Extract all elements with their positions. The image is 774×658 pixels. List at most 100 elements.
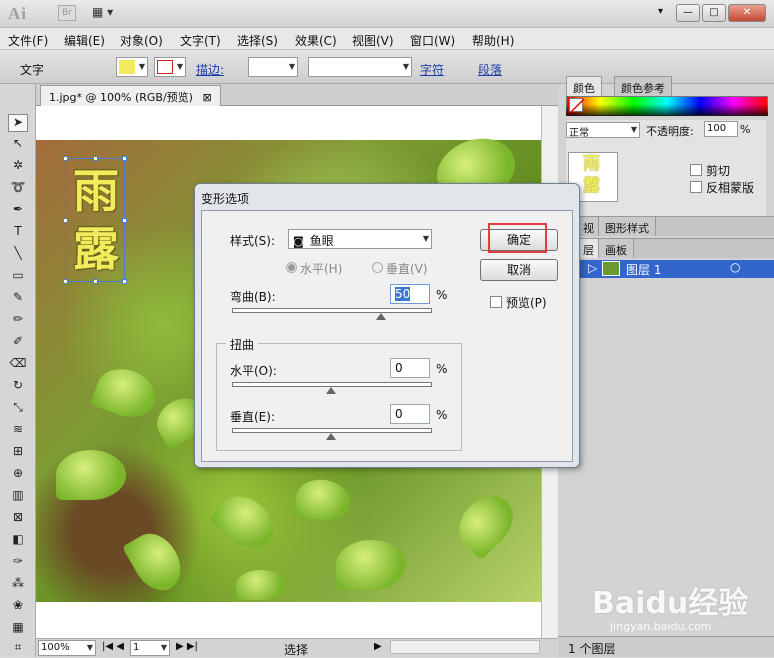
pencil-tool-icon[interactable]: ✏ xyxy=(8,312,28,330)
free-transform-tool-icon[interactable]: ⊞ xyxy=(8,444,28,462)
vertical-distort-thumb[interactable] xyxy=(326,433,336,440)
arrange-documents-button[interactable]: ▦ ▾ xyxy=(92,5,122,21)
column-graph-tool-icon[interactable]: ▦ xyxy=(8,620,28,638)
maximize-button[interactable]: □ xyxy=(702,4,726,22)
graph-tool-icon[interactable]: ▥ xyxy=(8,488,28,506)
layer-target-icon[interactable]: ○ xyxy=(730,260,740,274)
bend-label: 弯曲(B): xyxy=(230,290,276,304)
blob-brush-tool-icon[interactable]: ✐ xyxy=(8,334,28,352)
rectangle-tool-icon[interactable]: ▭ xyxy=(8,268,28,286)
document-tab[interactable]: 1.jpg* @ 100% (RGB/预览) ⊠ xyxy=(40,85,221,106)
app-logo: Ai xyxy=(8,4,27,23)
artboards-panel-tab[interactable]: 画板 xyxy=(598,238,634,258)
text-object-selection[interactable]: 雨 露 xyxy=(63,156,127,284)
opacity-label: 不透明度: xyxy=(646,125,694,138)
blend-mode-dropdown[interactable]: 正常 ▼ xyxy=(566,122,640,139)
horizontal-scrollbar[interactable] xyxy=(390,640,540,654)
layer-count: 1 个图层 xyxy=(568,642,616,656)
warp-tool-icon[interactable]: ≋ xyxy=(8,422,28,440)
menu-select[interactable]: 选择(S) xyxy=(237,32,278,49)
horizontal-radio[interactable] xyxy=(286,262,297,273)
text-char-1: 雨 xyxy=(73,164,119,218)
color-guide-panel-tab[interactable]: 颜色参考 xyxy=(614,76,672,96)
graphic-styles-panel-tab[interactable]: 图形样式 xyxy=(598,216,656,236)
vertical-radio[interactable] xyxy=(372,262,383,273)
stroke-link[interactable]: 描边: xyxy=(196,61,224,78)
document-tab-bar: 1.jpg* @ 100% (RGB/预览) ⊠ xyxy=(36,84,558,106)
document-tab-title: 1.jpg* @ 100% (RGB/预览) xyxy=(49,91,193,104)
fill-color-swatch[interactable]: ▼ xyxy=(116,57,148,77)
bend-slider-thumb[interactable] xyxy=(376,313,386,320)
artboard-tool-icon[interactable]: ⌗ xyxy=(8,640,28,658)
selection-tool-icon[interactable]: ➤ xyxy=(8,114,28,132)
layer-row[interactable]: ▷ 图层 1 ○ xyxy=(580,260,774,278)
clip-label: 剪切 xyxy=(706,164,731,178)
eraser-tool-icon[interactable]: ⌫ xyxy=(8,356,28,374)
invert-mask-checkbox[interactable] xyxy=(690,181,702,193)
vertical-distort-unit: % xyxy=(436,408,448,422)
shape-builder-tool-icon[interactable]: ⊕ xyxy=(8,466,28,484)
preview-checkbox[interactable] xyxy=(490,296,502,308)
horizontal-radio-label: 水平(H) xyxy=(300,262,343,276)
magic-wand-tool-icon[interactable]: ✲ xyxy=(8,158,28,176)
expand-layer-icon[interactable]: ▷ xyxy=(588,261,597,275)
workspace-dropdown-icon[interactable]: ▾ xyxy=(658,6,663,17)
horizontal-distort-label: 水平(O): xyxy=(230,364,277,378)
character-link[interactable]: 字符 xyxy=(420,61,444,78)
zoom-dropdown[interactable]: 100% ▼ xyxy=(38,640,96,656)
pen-tool-icon[interactable]: ✒ xyxy=(8,202,28,220)
horizontal-distort-input[interactable]: 0 xyxy=(390,358,430,378)
menu-window[interactable]: 窗口(W) xyxy=(410,32,455,49)
rotate-tool-icon[interactable]: ↻ xyxy=(8,378,28,396)
opacity-unit: % xyxy=(740,123,751,136)
warp-style-dropdown[interactable]: ◙ 鱼眼 ▼ xyxy=(288,229,432,249)
stroke-color-swatch[interactable]: ▼ xyxy=(154,57,186,77)
baidu-watermark: Baidu经验 xyxy=(592,586,749,621)
invert-mask-label: 反相蒙版 xyxy=(706,181,755,195)
status-menu-arrow-icon[interactable]: ▶ xyxy=(374,641,382,652)
symbol-sprayer-tool-icon[interactable]: ❀ xyxy=(8,598,28,616)
paintbrush-tool-icon[interactable]: ✎ xyxy=(8,290,28,308)
distortion-title: 扭曲 xyxy=(226,336,259,353)
cancel-button[interactable]: 取消 xyxy=(480,259,558,281)
line-tool-icon[interactable]: ╲ xyxy=(8,246,28,264)
direct-selection-tool-icon[interactable]: ↖ xyxy=(8,136,28,154)
menu-type[interactable]: 文字(T) xyxy=(180,32,221,49)
menu-file[interactable]: 文件(F) xyxy=(8,32,48,49)
first-page-icon[interactable]: |◀ ◀ xyxy=(102,641,124,652)
page-dropdown[interactable]: 1 ▼ xyxy=(130,640,170,656)
close-button[interactable]: ✕ xyxy=(728,4,766,22)
stroke-weight-dropdown[interactable]: ▼ xyxy=(248,57,298,77)
paragraph-link[interactable]: 段落 xyxy=(478,61,502,78)
opacity-input[interactable]: 100 xyxy=(704,121,738,137)
close-document-icon[interactable]: ⊠ xyxy=(202,91,211,104)
blend-tool-icon[interactable]: ⁂ xyxy=(8,576,28,594)
dialog-title: 变形选项 xyxy=(201,192,250,206)
next-page-icon[interactable]: ▶ ▶| xyxy=(176,641,198,652)
bridge-button[interactable]: Br xyxy=(58,5,76,21)
lasso-tool-icon[interactable]: ➰ xyxy=(8,180,28,198)
style-dropdown[interactable]: ▼ xyxy=(308,57,412,77)
tools-panel: ➤ ↖ ✲ ➰ ✒ T ╲ ▭ ✎ ✏ ✐ ⌫ ↻ ⤡ ≋ ⊞ ⊕ ▥ ⊠ ◧ … xyxy=(0,84,36,657)
none-color-icon[interactable] xyxy=(569,98,585,114)
horizontal-distort-thumb[interactable] xyxy=(326,387,336,394)
bend-slider-track[interactable] xyxy=(232,308,432,313)
vertical-distort-input[interactable]: 0 xyxy=(390,404,430,424)
color-spectrum-shade xyxy=(566,96,768,116)
scale-tool-icon[interactable]: ⤡ xyxy=(8,400,28,418)
bend-input[interactable]: 50 xyxy=(390,284,430,304)
menu-view[interactable]: 视图(V) xyxy=(352,32,394,49)
menu-effect[interactable]: 效果(C) xyxy=(295,32,337,49)
menu-help[interactable]: 帮助(H) xyxy=(472,32,514,49)
minimize-button[interactable]: — xyxy=(676,4,700,22)
mesh-tool-icon[interactable]: ⊠ xyxy=(8,510,28,528)
menu-bar: 文件(F) 编辑(E) 对象(O) 文字(T) 选择(S) 效果(C) 视图(V… xyxy=(0,28,774,50)
type-tool-icon[interactable]: T xyxy=(8,224,28,242)
menu-edit[interactable]: 编辑(E) xyxy=(64,32,105,49)
gradient-tool-icon[interactable]: ◧ xyxy=(8,532,28,550)
menu-object[interactable]: 对象(O) xyxy=(120,32,163,49)
color-panel-tab[interactable]: 颜色 xyxy=(566,76,602,96)
eyedropper-tool-icon[interactable]: ✑ xyxy=(8,554,28,572)
right-panels: 颜色 颜色参考 正常 ▼ 不透明度: 100 % 雨 露 剪切 反相蒙版 视 图形… xyxy=(558,76,774,657)
clip-checkbox[interactable] xyxy=(690,164,702,176)
